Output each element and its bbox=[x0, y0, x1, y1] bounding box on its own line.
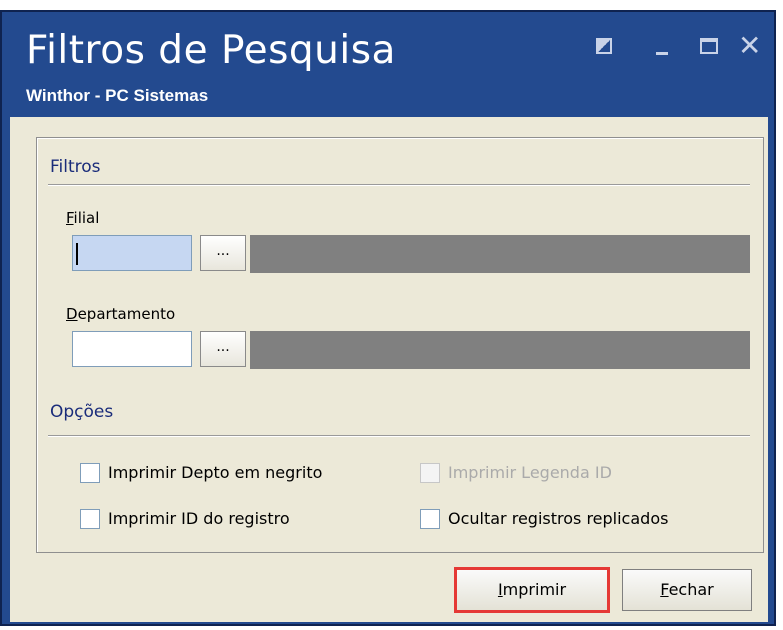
departamento-description-field bbox=[250, 331, 750, 369]
checkbox-label: Imprimir ID do registro bbox=[108, 509, 290, 528]
filial-label: Filial bbox=[66, 209, 100, 227]
filial-description-field bbox=[250, 235, 750, 273]
checkbox-label: Ocultar registros replicados bbox=[448, 509, 669, 528]
minimize-icon[interactable] bbox=[656, 52, 668, 55]
title-bar[interactable]: Filtros de Pesquisa Winthor - PC Sistema… bbox=[2, 12, 774, 117]
checkbox-legenda-id bbox=[420, 463, 440, 483]
checkbox-label: Imprimir Legenda ID bbox=[448, 463, 612, 482]
dialog-window: Filtros de Pesquisa Winthor - PC Sistema… bbox=[0, 10, 776, 626]
maximize-icon[interactable] bbox=[700, 38, 718, 54]
window-title: Filtros de Pesquisa bbox=[26, 28, 396, 73]
departamento-search-button[interactable]: ... bbox=[200, 331, 246, 367]
section-filtros-title: Filtros bbox=[50, 157, 101, 177]
section-opcoes-title: Opções bbox=[50, 402, 114, 422]
section-divider bbox=[48, 184, 750, 186]
filial-search-button[interactable]: ... bbox=[200, 235, 246, 271]
imprimir-button[interactable]: Imprimir bbox=[454, 567, 610, 613]
departamento-input[interactable] bbox=[72, 331, 192, 367]
restore-icon[interactable] bbox=[596, 38, 612, 54]
fechar-button[interactable]: Fechar bbox=[622, 569, 752, 611]
close-icon[interactable]: ✕ bbox=[738, 32, 761, 60]
dialog-client-area: Filtros Filial ... Departamento ... Opçõ… bbox=[10, 117, 768, 622]
filial-input[interactable] bbox=[72, 235, 192, 271]
checkbox-id-registro[interactable] bbox=[80, 509, 100, 529]
checkbox-depto-negrito[interactable] bbox=[80, 463, 100, 483]
section-divider bbox=[48, 435, 750, 437]
departamento-label: Departamento bbox=[66, 305, 176, 323]
checkbox-label: Imprimir Depto em negrito bbox=[108, 463, 323, 482]
text-caret bbox=[76, 243, 78, 265]
window-subtitle: Winthor - PC Sistemas bbox=[26, 86, 209, 105]
checkbox-ocultar-replicados[interactable] bbox=[420, 509, 440, 529]
